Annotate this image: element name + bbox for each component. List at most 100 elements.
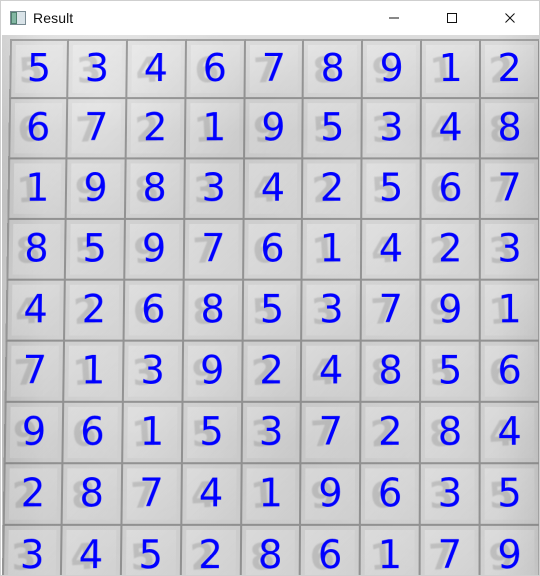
sudoku-cell: 11 xyxy=(481,281,540,342)
sudoku-digit: 2 xyxy=(21,473,46,512)
sudoku-digit: 6 xyxy=(26,108,51,146)
sudoku-cell: 22 xyxy=(65,281,125,342)
sudoku-cell: 77 xyxy=(67,99,127,159)
sudoku-cell: 55 xyxy=(421,342,481,403)
sudoku-cell: 77 xyxy=(362,281,422,342)
sudoku-cell: 66 xyxy=(301,526,361,576)
sudoku-cell: 66 xyxy=(63,403,123,464)
sudoku-digit: 5 xyxy=(82,229,107,267)
sudoku-cell: 33 xyxy=(363,99,422,159)
sudoku-digit: 6 xyxy=(141,290,166,329)
sudoku-digit: 1 xyxy=(258,473,283,512)
sudoku-cell: 55 xyxy=(243,281,303,342)
sudoku-digit: 6 xyxy=(497,351,521,390)
sudoku-digit: 2 xyxy=(143,108,168,146)
sudoku-cell: 22 xyxy=(422,220,481,281)
sudoku-cell: 88 xyxy=(362,342,422,403)
sudoku-digit: 6 xyxy=(318,535,343,574)
sudoku-cell: 11 xyxy=(123,403,183,464)
sudoku-cell: 55 xyxy=(66,220,126,281)
sudoku-cell: 22 xyxy=(303,159,362,220)
sudoku-digit: 6 xyxy=(438,168,462,206)
sudoku-cell: 77 xyxy=(5,342,65,403)
sudoku-cell: 77 xyxy=(302,403,362,464)
sudoku-digit: 3 xyxy=(379,108,403,146)
sudoku-cell: 44 xyxy=(62,526,123,576)
sudoku-cell: 66 xyxy=(361,464,421,526)
sudoku-digit: 5 xyxy=(138,535,163,574)
sudoku-cell: 88 xyxy=(62,464,122,526)
sudoku-cell: 33 xyxy=(303,281,363,342)
sudoku-digit: 1 xyxy=(140,412,165,451)
sudoku-digit: 2 xyxy=(198,535,223,574)
sudoku-digit: 1 xyxy=(319,229,344,267)
sudoku-cell: 66 xyxy=(422,159,481,220)
sudoku-digit: 9 xyxy=(497,535,522,574)
sudoku-digit: 2 xyxy=(378,412,403,451)
sudoku-digit: 8 xyxy=(24,229,49,267)
sudoku-digit: 5 xyxy=(199,412,224,451)
sudoku-digit: 3 xyxy=(85,49,110,87)
sudoku-digit: 6 xyxy=(203,49,228,87)
sudoku-digit: 8 xyxy=(200,290,225,329)
sudoku-digit: 9 xyxy=(379,49,403,87)
sudoku-digit: 5 xyxy=(27,49,52,87)
sudoku-cell: 11 xyxy=(303,220,363,281)
sudoku-cell: 55 xyxy=(9,39,69,99)
sudoku-digit: 7 xyxy=(22,351,47,390)
sudoku-digit: 7 xyxy=(139,473,164,512)
sudoku-cell: 77 xyxy=(421,526,481,576)
sudoku-digit: 4 xyxy=(144,49,169,87)
sudoku-cell: 33 xyxy=(421,464,481,526)
sudoku-digit: 1 xyxy=(497,290,521,329)
sudoku-digit: 2 xyxy=(438,229,462,267)
minimize-button[interactable] xyxy=(365,1,423,34)
sudoku-cell: 33 xyxy=(185,159,245,220)
sudoku-cell: 66 xyxy=(186,39,245,99)
sudoku-cell: 77 xyxy=(122,464,182,526)
sudoku-digit: 9 xyxy=(200,351,225,390)
sudoku-cell: 33 xyxy=(242,403,302,464)
sudoku-cell: 55 xyxy=(363,159,422,220)
sudoku-digit: 1 xyxy=(81,351,106,390)
sudoku-digit: 9 xyxy=(142,229,167,267)
sudoku-cell: 88 xyxy=(481,99,540,159)
sudoku-cell: 88 xyxy=(184,281,244,342)
sudoku-cell: 44 xyxy=(481,403,540,464)
window-title: Result xyxy=(33,10,73,26)
sudoku-digit: 7 xyxy=(437,535,462,574)
sudoku-cell: 22 xyxy=(126,99,186,159)
sudoku-cell: 88 xyxy=(304,39,363,99)
sudoku-digit: 7 xyxy=(318,412,343,451)
sudoku-digit: 6 xyxy=(378,473,403,512)
sudoku-digit: 3 xyxy=(20,535,45,574)
result-window: Result 55334466778899112266772211 9 9 5 … xyxy=(0,0,540,576)
title-bar[interactable]: Result xyxy=(1,1,539,34)
close-button[interactable] xyxy=(481,1,539,34)
sudoku-cell: 44 xyxy=(182,464,242,526)
maximize-button[interactable] xyxy=(423,1,481,34)
sudoku-cell: 11 xyxy=(242,464,302,526)
sudoku-digit: 7 xyxy=(262,49,286,87)
result-image-area: 5533446677889911226677221199553344881199… xyxy=(2,35,540,576)
sudoku-cell: 44 xyxy=(362,220,421,281)
sudoku-digit: 5 xyxy=(379,168,403,206)
minimize-icon xyxy=(388,12,400,24)
sudoku-digit: 8 xyxy=(438,412,463,451)
sudoku-cell: 44 xyxy=(302,342,362,403)
sudoku-cell: 44 xyxy=(422,99,481,159)
sudoku-cell: 55 xyxy=(481,464,540,526)
sudoku-digit: 2 xyxy=(82,290,107,329)
sudoku-cell: 99 xyxy=(183,342,243,403)
sudoku-digit: 4 xyxy=(379,229,403,267)
sudoku-cell: 77 xyxy=(481,159,540,220)
sudoku-digit: 2 xyxy=(497,49,521,87)
sudoku-cell: 44 xyxy=(244,159,304,220)
sudoku-digit: 5 xyxy=(497,473,522,512)
sudoku-digit: 9 xyxy=(438,290,462,329)
sudoku-digit: 4 xyxy=(23,290,48,329)
sudoku-cell: 88 xyxy=(241,526,301,576)
sudoku-digit: 8 xyxy=(142,168,167,206)
sudoku-digit: 7 xyxy=(84,108,109,146)
sudoku-digit: 8 xyxy=(497,108,521,146)
